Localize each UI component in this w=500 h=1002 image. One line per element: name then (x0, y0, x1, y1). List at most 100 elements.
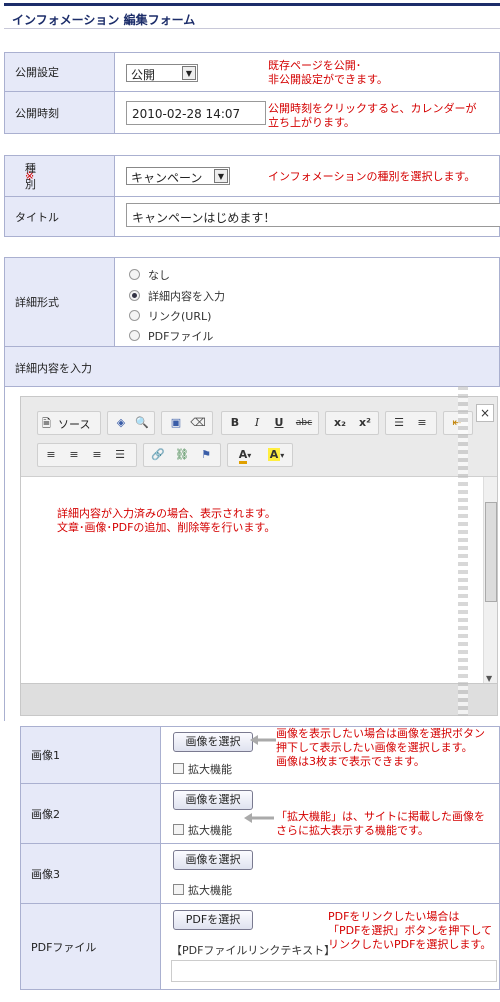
image3-zoom-checkbox[interactable]: 拡大機能 (173, 882, 232, 898)
pdf-note: PDFをリンクしたい場合は 「PDFを選択」ボタンを押下して リンクしたいPDF… (328, 910, 493, 951)
color-group: A▾ A ▾ (227, 443, 293, 467)
image-note-zoom: 「拡大機能」は、サイトに掲載した画像を さらに拡大表示する機能です。 (276, 810, 485, 837)
unlink-icon[interactable]: ⛓ (171, 445, 193, 467)
pdf-label: PDFファイル (31, 940, 97, 954)
numbered-list-icon[interactable]: ☰ (389, 413, 409, 435)
checkbox-icon (173, 763, 184, 774)
publish-select[interactable]: 公開 ▼ (126, 64, 198, 82)
editor-content-area[interactable]: 詳細内容が入力済みの場合、表示されます。 文章･画像･PDFの追加、削除等を行い… (21, 477, 483, 683)
radio-icon (129, 269, 140, 280)
underline-button[interactable]: U (270, 413, 288, 435)
detail-content-header: 詳細内容を入力 (4, 347, 500, 387)
publish-time-label: 公開時刻 (15, 106, 59, 120)
category-note: インフォメーションの種別を選択します。 (268, 170, 476, 183)
publish-note: 既存ページを公開･ 非公開設定ができます。 (268, 59, 388, 86)
eraser-icon[interactable]: ⌫ (188, 413, 208, 435)
image3-label-cell: 画像3 (21, 844, 161, 903)
radio-option-link[interactable]: リンク(URL) (129, 308, 211, 324)
find-icon[interactable]: 🔍 (132, 413, 152, 435)
chevron-down-icon: ▼ (214, 169, 228, 183)
checkbox-icon (173, 824, 184, 835)
publish-setting-label-cell: 公開設定 (5, 53, 115, 91)
category-select-value: キャンペーン (131, 171, 203, 185)
publish-time-input[interactable]: 2010-02-28 14:07 (126, 101, 266, 125)
align-center-icon[interactable]: ≡ (64, 445, 84, 467)
editor-toolbar: 🗎 ソース ◈ 🔍 ▣ ⌫ B I U abc x₂ x² ☰ ≡ ⇤ ≡ ≡ … (21, 397, 497, 477)
category-label-cell: 種別 ※ (5, 156, 115, 196)
radio-icon (129, 310, 140, 321)
radio-option-pdf[interactable]: PDFファイル (129, 328, 213, 344)
title-row: タイトル キャンペーンはじめます！ (4, 197, 500, 237)
category-select[interactable]: キャンペーン ▼ (126, 167, 230, 185)
align-right-icon[interactable]: ≡ (87, 445, 107, 467)
text-color-button[interactable]: A▾ (231, 445, 259, 467)
page-title: インフォメーション 編集フォーム (12, 13, 196, 27)
bg-color-button[interactable]: A ▾ (262, 445, 290, 467)
publish-select-value: 公開 (131, 68, 156, 82)
image2-zoom-checkbox[interactable]: 拡大機能 (173, 822, 232, 838)
list-group: ☰ ≡ (385, 411, 437, 435)
publish-setting-row: 公開設定 公開 ▼ (4, 52, 500, 92)
editor-scrollbar[interactable]: ▼ (483, 477, 497, 683)
arrow-left-icon (244, 813, 274, 823)
bold-button[interactable]: B (226, 413, 244, 435)
rich-text-editor: 🗎 ソース ◈ 🔍 ▣ ⌫ B I U abc x₂ x² ☰ ≡ ⇤ ≡ ≡ … (20, 396, 498, 716)
radio-icon (129, 330, 140, 341)
chevron-down-icon: ▼ (182, 66, 196, 80)
scrollbar-thumb[interactable] (485, 502, 497, 602)
image3-row: 画像3 画像を選択 拡大機能 (20, 844, 500, 904)
arrow-left-icon (250, 735, 276, 745)
required-mark: ※ (25, 169, 35, 183)
select-all-icon[interactable]: ▣ (166, 413, 186, 435)
detail-content-label: 詳細内容を入力 (15, 362, 92, 375)
document-icon: 🗎 (42, 417, 51, 430)
scroll-down-arrow-icon[interactable]: ▼ (486, 674, 492, 683)
bullet-list-icon[interactable]: ≡ (412, 413, 432, 435)
align-justify-icon[interactable]: ☰ (110, 445, 130, 467)
detail-format-label-cell: 詳細形式 (5, 258, 115, 346)
editor-footer (21, 683, 497, 715)
image3-select-button[interactable]: 画像を選択 (173, 850, 253, 870)
publish-time-note: 公開時刻をクリックすると、カレンダーが 立ち上がります。 (268, 102, 477, 129)
title-input[interactable]: キャンペーンはじめます！ (126, 203, 500, 227)
detail-format-row: 詳細形式 なし 詳細内容を入力 リンク(URL) PDFファイル (4, 257, 500, 347)
checkbox-icon (173, 884, 184, 895)
image1-label: 画像1 (31, 749, 60, 762)
chevron-down-icon: ▾ (280, 451, 285, 460)
radio-option-none[interactable]: なし (129, 267, 170, 283)
italic-button[interactable]: I (248, 413, 266, 435)
subscript-button[interactable]: x₂ (329, 413, 351, 435)
image1-label-cell: 画像1 (21, 727, 161, 783)
link-icon[interactable]: 🔗 (147, 445, 169, 467)
preview-icon[interactable]: ◈ (111, 413, 131, 435)
pdf-label-cell: PDFファイル (21, 904, 161, 989)
editor-body-note: 詳細内容が入力済みの場合、表示されます。 文章･画像･PDFの追加、削除等を行い… (57, 507, 276, 534)
close-button[interactable]: × (476, 404, 494, 422)
publish-time-label-cell: 公開時刻 (5, 92, 115, 133)
title-label-cell: タイトル (5, 197, 115, 236)
script-group: x₂ x² (325, 411, 379, 435)
superscript-button[interactable]: x² (354, 413, 376, 435)
anchor-flag-icon[interactable]: ⚑ (195, 445, 217, 467)
radio-checked-icon (129, 290, 140, 301)
radio-option-detail[interactable]: 詳細内容を入力 (129, 288, 225, 304)
pdf-select-button[interactable]: PDFを選択 (173, 910, 253, 930)
title-input-value: キャンペーンはじめます！ (132, 211, 276, 225)
cut-line-decoration (458, 386, 468, 716)
align-left-icon[interactable]: ≡ (41, 445, 61, 467)
publish-time-value: 2010-02-28 14:07 (132, 107, 241, 121)
image1-zoom-checkbox[interactable]: 拡大機能 (173, 761, 232, 777)
pdf-link-text-input[interactable] (171, 960, 497, 982)
title-label: タイトル (15, 210, 59, 224)
image2-label-cell: 画像2 (21, 784, 161, 843)
image2-select-button[interactable]: 画像を選択 (173, 790, 253, 810)
align-group: ≡ ≡ ≡ ☰ (37, 443, 137, 467)
strike-button[interactable]: abc (292, 413, 316, 435)
image1-select-button[interactable]: 画像を選択 (173, 732, 253, 752)
link-group: 🔗 ⛓ ⚑ (143, 443, 221, 467)
source-button[interactable]: 🗎 ソース (37, 411, 101, 435)
pdf-link-text-label: 【PDFファイルリンクテキスト】 (171, 944, 336, 957)
page-title-bar: インフォメーション 編集フォーム (4, 3, 500, 29)
preview-tools-group: ◈ 🔍 (107, 411, 155, 435)
select-tools-group: ▣ ⌫ (161, 411, 213, 435)
